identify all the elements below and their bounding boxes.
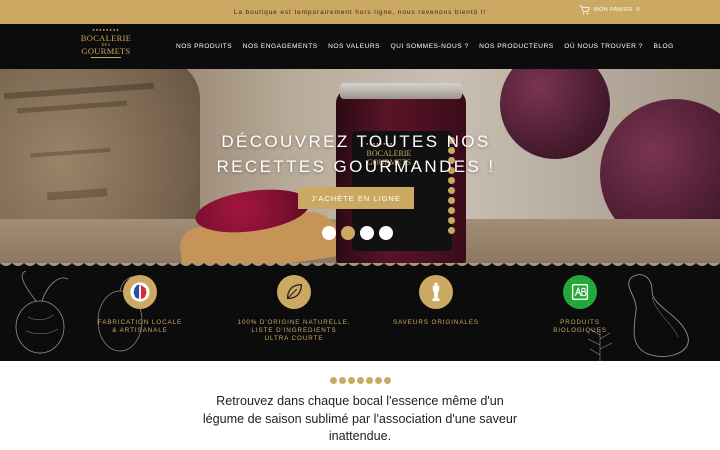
main-navbar: ●●●●●●●● BOCALERIE DES GOURMETS NOS PROD… — [0, 24, 720, 69]
features-band: FABRICATION LOCALE & ARTISANALE 100% D'O… — [0, 263, 720, 361]
feature-organic: PRODUITS BIOLOGIQUES — [510, 275, 650, 335]
decorative-dots — [330, 377, 391, 384]
announcement-text: La boutique est temporairement hors lign… — [233, 8, 487, 16]
cart-label: MON PANIER — [594, 7, 633, 13]
feature-icon-badge — [123, 275, 157, 309]
slider-dot-2[interactable] — [341, 226, 355, 240]
logo-rule — [91, 57, 121, 58]
feature-natural-origin: 100% D'ORIGINE NATURELLE, LISTE D'INGRED… — [224, 275, 364, 343]
hero-title-line-2: RECETTES GOURMANDES ! — [216, 157, 496, 176]
pepper-mill-icon — [432, 282, 440, 302]
feature-icon-badge — [563, 275, 597, 309]
nav-item-qui-sommes-nous[interactable]: QUI SOMMES-NOUS ? — [391, 43, 469, 50]
organic-ab-icon — [571, 283, 589, 301]
jar-lid-image — [340, 83, 462, 99]
slider-dot-4[interactable] — [379, 226, 393, 240]
logo-line-3: GOURMETS — [81, 45, 131, 56]
feature-label: 100% D'ORIGINE NATURELLE, LISTE D'INGRED… — [237, 319, 351, 342]
feature-icon-badge — [277, 275, 311, 309]
intro-text: Retrouvez dans chaque bocal l'essence mê… — [202, 394, 518, 443]
shopping-cart-icon — [579, 5, 591, 15]
main-menu: NOS PRODUITS NOS ENGAGEMENTS NOS VALEURS… — [176, 24, 674, 69]
feature-label: PRODUITS BIOLOGIQUES — [553, 319, 607, 334]
beet-sketch-left — [15, 270, 69, 354]
hero-title: DÉCOUVREZ TOUTES NOS RECETTES GOURMANDES… — [0, 129, 712, 179]
slider-pagination — [322, 226, 393, 240]
nav-item-nos-engagements[interactable]: NOS ENGAGEMENTS — [243, 43, 318, 50]
nav-item-nos-produits[interactable]: NOS PRODUITS — [176, 43, 232, 50]
feature-local-artisanal: FABRICATION LOCALE & ARTISANALE — [70, 275, 210, 335]
feature-icon-badge — [419, 275, 453, 309]
intro-section: Retrouvez dans chaque bocal l'essence mê… — [0, 361, 720, 450]
cart-button[interactable]: MON PANIER 0 — [579, 4, 640, 16]
france-map-icon — [130, 282, 150, 302]
announcement-bar: La boutique est temporairement hors lign… — [0, 0, 720, 24]
feature-original-flavors: SAVEURS ORIGINALES — [366, 275, 506, 327]
nav-item-ou-nous-trouver[interactable]: OÙ NOUS TROUVER ? — [564, 43, 643, 50]
cart-count: 0 — [636, 7, 640, 13]
nav-item-nos-producteurs[interactable]: NOS PRODUCTEURS — [479, 43, 554, 50]
site-logo[interactable]: ●●●●●●●● BOCALERIE DES GOURMETS — [80, 28, 132, 62]
shop-online-button[interactable]: J'ACHÈTE EN LIGNE — [298, 187, 414, 209]
nav-item-nos-valeurs[interactable]: NOS VALEURS — [328, 43, 380, 50]
feature-label: SAVEURS ORIGINALES — [392, 319, 480, 326]
slider-dot-1[interactable] — [322, 226, 336, 240]
hero-title-line-1: DÉCOUVREZ TOUTES NOS — [221, 132, 491, 151]
nav-item-blog[interactable]: BLOG — [653, 43, 673, 50]
feature-label: FABRICATION LOCALE & ARTISANALE — [97, 319, 183, 334]
leaf-icon — [286, 284, 302, 300]
hero-slider: ●●●●●●●● BOCALERIE GOURMETS DÉCOUVREZ TOU… — [0, 69, 720, 263]
slider-dot-3[interactable] — [360, 226, 374, 240]
